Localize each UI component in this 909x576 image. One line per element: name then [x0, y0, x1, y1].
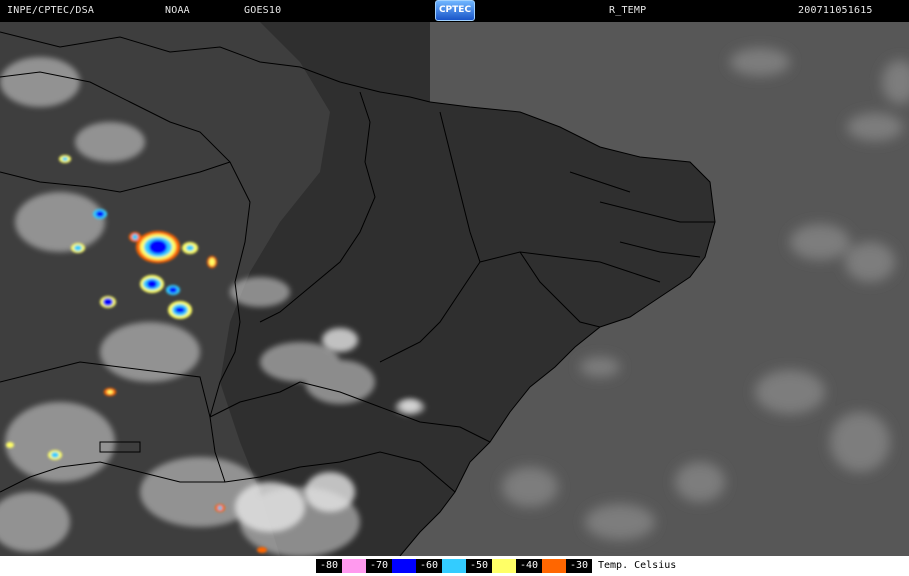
agency-label: NOAA [165, 5, 190, 16]
storm-cell [6, 442, 14, 448]
cptec-logo: CPTEC [435, 0, 475, 21]
product-label: R_TEMP [609, 5, 647, 16]
storm-cell [168, 301, 192, 319]
source-label: INPE/CPTEC/DSA [7, 5, 95, 16]
storm-cell [104, 388, 116, 396]
storm-cell [59, 155, 71, 163]
timestamp-label: 200711051615 [798, 5, 873, 16]
legend-swatch-50 [492, 559, 516, 573]
logo-text: CPTEC [438, 5, 472, 15]
satellite-image [0, 22, 909, 556]
storm-cell [182, 242, 198, 254]
legend-swatch-40 [542, 559, 566, 573]
storm-cell [93, 209, 107, 219]
storm-cell [136, 231, 180, 263]
legend-label-50: -50 [466, 559, 492, 573]
legend-label-60: -60 [416, 559, 442, 573]
storm-cell [48, 450, 62, 460]
legend-label-30: -30 [566, 559, 592, 573]
legend-swatch-80 [342, 559, 366, 573]
legend-label-80: -80 [316, 559, 342, 573]
storm-cell [207, 256, 217, 268]
header-bar: INPE/CPTEC/DSA NOAA GOES10 CPTEC R_TEMP … [0, 0, 909, 22]
legend-label-70: -70 [366, 559, 392, 573]
legend-swatch-70 [392, 559, 416, 573]
storm-cell [166, 285, 180, 295]
legend-swatch-60 [442, 559, 466, 573]
storm-cell [215, 504, 225, 512]
storm-cell [71, 243, 85, 253]
storm-cell [140, 275, 164, 293]
storm-cell [129, 232, 141, 242]
storm-cell [257, 547, 267, 553]
satellite-label: GOES10 [244, 5, 282, 16]
legend-unit: Temp. Celsius [598, 560, 677, 571]
storm-cell [100, 296, 116, 308]
legend-label-40: -40 [516, 559, 542, 573]
temperature-legend: -80 -70 -60 -50 -40 -30 Temp. Celsius [0, 556, 909, 576]
